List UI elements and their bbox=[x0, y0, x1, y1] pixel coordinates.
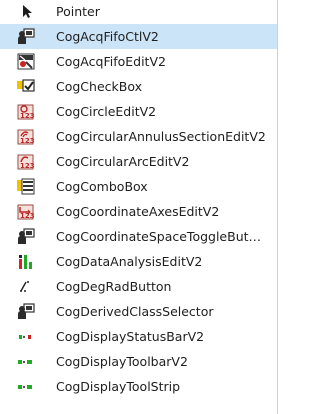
component-icon bbox=[17, 303, 35, 320]
svg-text:123: 123 bbox=[20, 137, 35, 145]
toolbox-list: Pointer CogAcqFifoCtlV2 CogAcqFifoEditV2 bbox=[0, 0, 278, 414]
toolbox-item-label: CogCoordinateSpaceToggleBut… bbox=[56, 229, 262, 244]
arc-edit-icon: 123 bbox=[17, 153, 35, 170]
toolbox-item-cogcheckbox[interactable]: CogCheckBox bbox=[0, 74, 277, 99]
toolbox-item-label: CogAcqFifoEditV2 bbox=[56, 54, 166, 69]
data-analysis-icon bbox=[17, 253, 35, 270]
toolbox-item-label: CogDisplayStatusBarV2 bbox=[56, 329, 205, 344]
axes-edit-icon: 123 bbox=[17, 203, 35, 220]
combobox-icon bbox=[17, 178, 35, 195]
svg-text:123: 123 bbox=[20, 162, 35, 170]
component-icon bbox=[17, 28, 35, 45]
acq-fifo-edit-icon bbox=[17, 53, 35, 70]
status-bar-icon bbox=[17, 328, 35, 345]
toolbox-item-cogcircularannulussectioneditv2[interactable]: 123 CogCircularAnnulusSectionEditV2 bbox=[0, 124, 277, 149]
toolbox-item-label: CogDataAnalysisEditV2 bbox=[56, 254, 203, 269]
svg-text:123: 123 bbox=[20, 112, 35, 120]
toolbox-item-cogcirculararceditv2[interactable]: 123 CogCircularArcEditV2 bbox=[0, 149, 277, 174]
toolbox-item-label: CogCircleEditV2 bbox=[56, 104, 157, 119]
toolbox-item-label: CogDegRadButton bbox=[56, 279, 172, 294]
toolbox-item-cogcircleeditv2[interactable]: 123 CogCircleEditV2 bbox=[0, 99, 277, 124]
toolbox-item-cogdisplaytoolbarv2[interactable]: CogDisplayToolbarV2 bbox=[0, 349, 277, 374]
toolbox-item-cogcombobox[interactable]: CogComboBox bbox=[0, 174, 277, 199]
toolbox-item-cogdegradbutton[interactable]: CogDegRadButton bbox=[0, 274, 277, 299]
toolbox-item-label: CogComboBox bbox=[56, 179, 148, 194]
toolbox-item-cogdataanalysiseditv2[interactable]: CogDataAnalysisEditV2 bbox=[0, 249, 277, 274]
toolbox-item-label: CogDisplayToolStrip bbox=[56, 379, 181, 394]
toolstrip-icon bbox=[17, 378, 35, 395]
circle-edit-icon: 123 bbox=[17, 103, 35, 120]
pointer-arrow-icon bbox=[17, 3, 35, 20]
checkbox-icon bbox=[17, 78, 35, 95]
toolbox-item-cogcoordinatespacetogglebutton[interactable]: CogCoordinateSpaceToggleBut… bbox=[0, 224, 277, 249]
toolbox-item-label: Pointer bbox=[56, 4, 100, 19]
toolbox-item-label: CogCoordinateAxesEditV2 bbox=[56, 204, 220, 219]
toolbox-item-cogacqfifoctlv2[interactable]: CogAcqFifoCtlV2 bbox=[0, 24, 277, 49]
annulus-edit-icon: 123 bbox=[17, 128, 35, 145]
toolbox-item-cogcoordinateaxeseditv2[interactable]: 123 CogCoordinateAxesEditV2 bbox=[0, 199, 277, 224]
toolbox-item-cogderivedclassselector[interactable]: CogDerivedClassSelector bbox=[0, 299, 277, 324]
toolbox-item-label: CogCheckBox bbox=[56, 79, 142, 94]
toolbox-item-label: CogDisplayToolbarV2 bbox=[56, 354, 188, 369]
toolbar-icon bbox=[17, 353, 35, 370]
toolbox-item-label: CogDerivedClassSelector bbox=[56, 304, 214, 319]
toolbox-item-cogacqfifoeditv2[interactable]: CogAcqFifoEditV2 bbox=[0, 49, 277, 74]
toolbox-item-pointer[interactable]: Pointer bbox=[0, 0, 277, 24]
toolbox-item-cogdisplaystatusbarv2[interactable]: CogDisplayStatusBarV2 bbox=[0, 324, 277, 349]
toolbox-item-label: CogCircularAnnulusSectionEditV2 bbox=[56, 129, 266, 144]
toolbox-item-label: CogCircularArcEditV2 bbox=[56, 154, 190, 169]
toolbox-item-label: CogAcqFifoCtlV2 bbox=[56, 29, 159, 44]
component-icon bbox=[17, 228, 35, 245]
svg-text:123: 123 bbox=[20, 212, 35, 220]
toolbox-item-cogdisplaytoolstrip[interactable]: CogDisplayToolStrip bbox=[0, 374, 277, 399]
deg-rad-icon bbox=[17, 278, 35, 295]
